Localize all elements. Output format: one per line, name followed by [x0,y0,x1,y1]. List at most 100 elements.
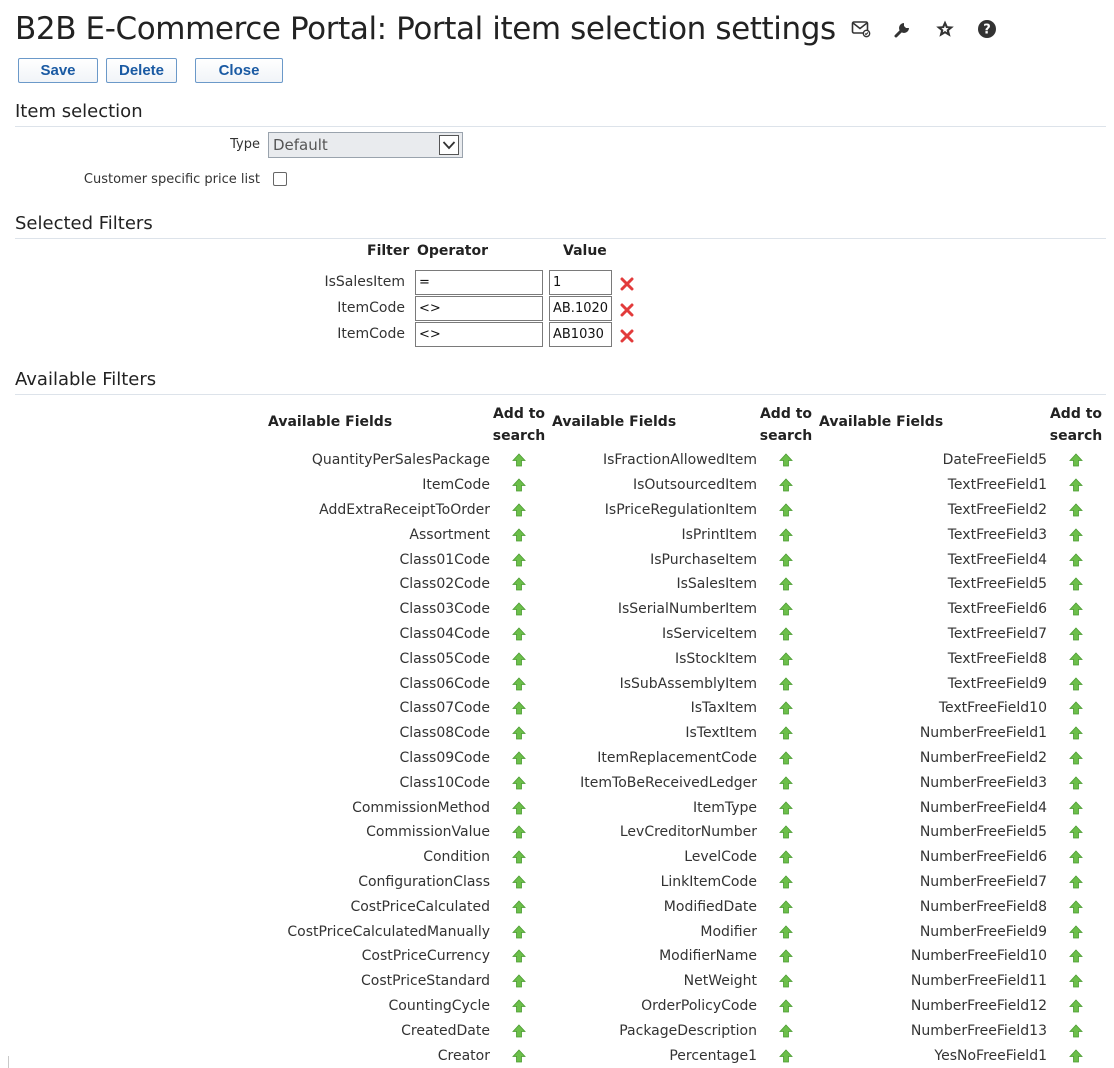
available-field-row: LevCreditorNumber [540,820,815,845]
available-field-row: NumberFreeField3 [810,770,1105,795]
add-to-search-icon[interactable] [1047,825,1105,839]
add-to-search-icon[interactable] [757,577,815,591]
selected-filter-field: IsSalesItem [324,274,405,290]
customer-price-checkbox[interactable] [273,172,287,186]
add-to-search-icon[interactable] [757,1048,815,1063]
delete-filter-icon[interactable] [620,276,634,291]
delete-button[interactable]: Delete [106,58,177,83]
add-to-search-icon[interactable] [1047,875,1105,889]
available-field-row: ModifiedDate [540,894,815,919]
add-to-search-icon[interactable] [757,924,815,939]
add-to-search-icon[interactable] [757,776,815,790]
available-field-name: IsSerialNumberItem [617,601,757,618]
add-to-search-icon[interactable] [757,1024,815,1038]
add-to-search-icon[interactable] [757,652,815,666]
available-field-name: Class10Code [399,774,491,791]
add-to-search-icon[interactable] [757,949,815,963]
available-field-name: CommissionMethod [352,799,490,816]
add-to-search-icon[interactable] [1047,751,1105,765]
type-select[interactable]: Default [268,132,463,158]
add-to-search-icon[interactable] [1047,999,1105,1013]
add-to-search-icon[interactable] [757,900,815,914]
add-to-search-icon[interactable] [1047,577,1105,591]
selected-filter-field: ItemCode [337,326,405,342]
available-field-name: LevCreditorNumber [619,824,757,841]
available-field-name: TextFreeField1 [947,477,1047,494]
add-to-search-icon[interactable] [1047,528,1105,542]
add-to-search-icon[interactable] [1047,726,1105,740]
add-to-search-icon[interactable] [757,751,815,765]
value-input[interactable]: AB.1020 [549,296,612,321]
add-to-search-icon[interactable] [757,825,815,839]
available-field-name: IsFractionAllowedItem [602,452,757,469]
add-to-search-icon[interactable] [757,627,815,641]
star-icon[interactable] [934,18,956,40]
add-to-search-icon[interactable] [1047,924,1105,939]
add-to-search-icon[interactable] [757,701,815,715]
add-to-search-icon[interactable] [757,453,815,467]
available-field-row: CostPriceCurrency [250,944,548,969]
add-to-search-icon[interactable] [757,800,815,815]
available-field-name: IsSalesItem [676,576,757,593]
available-field-row: NumberFreeField13 [810,1018,1105,1043]
wrench-icon[interactable] [892,18,914,40]
available-fields-list-3: DateFreeField5 TextFreeField1 TextFreeFiel… [810,448,1105,1068]
operator-input[interactable]: <> [415,322,543,347]
add-to-search-icon[interactable] [1047,949,1105,963]
add-to-search-icon[interactable] [1047,627,1105,641]
available-field-name: Class05Code [399,650,491,667]
add-to-search-icon[interactable] [1047,552,1105,567]
available-field-name: IsTextItem [685,725,757,742]
add-to-search-icon[interactable] [1047,478,1105,492]
available-field-row: ItemReplacementCode [540,746,815,771]
available-field-row: ItemCode [250,473,548,498]
add-to-search-icon[interactable] [1047,776,1105,790]
add-to-search-icon[interactable] [757,875,815,889]
value-input[interactable]: AB1030 [549,322,612,347]
add-to-search-icon[interactable] [1047,850,1105,864]
mail-icon[interactable] [850,18,872,40]
add-to-search-icon[interactable] [757,478,815,492]
available-field-name: ItemType [692,799,757,816]
help-icon[interactable]: ? [976,18,998,40]
add-to-search-icon[interactable] [757,999,815,1013]
add-to-search-icon[interactable] [1047,701,1105,715]
add-to-search-icon[interactable] [1047,676,1105,691]
add-to-search-icon[interactable] [1047,652,1105,666]
available-field-name: NumberFreeField6 [919,849,1047,866]
operator-input[interactable]: <> [415,296,543,321]
add-to-search-icon[interactable] [1047,900,1105,914]
add-to-search-icon[interactable] [1047,1048,1105,1063]
add-to-search-icon[interactable] [757,503,815,517]
add-to-search-icon[interactable] [757,850,815,864]
add-to-search-icon[interactable] [757,676,815,691]
delete-filter-icon[interactable] [620,328,634,343]
operator-input[interactable]: = [415,270,543,295]
delete-filter-icon[interactable] [620,302,634,317]
available-field-name: IsOutsourcedItem [632,477,757,494]
chevron-down-icon[interactable] [439,135,459,155]
add-to-search-icon[interactable] [1047,602,1105,616]
available-field-name: CreatedDate [401,1022,490,1039]
available-field-row: Class07Code [250,696,548,721]
add-to-search-icon[interactable] [757,726,815,740]
save-button[interactable]: Save [18,58,98,83]
available-field-row: TextFreeField6 [810,597,1105,622]
value-column-header: Value [563,243,607,259]
add-to-search-icon[interactable] [1047,503,1105,517]
available-field-name: IsStockItem [674,650,757,667]
add-to-search-icon[interactable] [757,602,815,616]
add-to-search-icon[interactable] [757,528,815,542]
add-to-search-icon[interactable] [1047,1024,1105,1038]
available-field-row: CountingCycle [250,994,548,1019]
add-to-search-icon[interactable] [1047,800,1105,815]
value-input[interactable]: 1 [549,270,612,295]
item-selection-heading: Item selection [15,100,1106,127]
available-field-row: IsTextItem [540,721,815,746]
available-field-row: TextFreeField2 [810,498,1105,523]
close-button[interactable]: Close [195,58,283,83]
add-to-search-icon[interactable] [757,974,815,988]
add-to-search-icon[interactable] [1047,974,1105,988]
add-to-search-icon[interactable] [1047,453,1105,467]
add-to-search-icon[interactable] [757,552,815,567]
